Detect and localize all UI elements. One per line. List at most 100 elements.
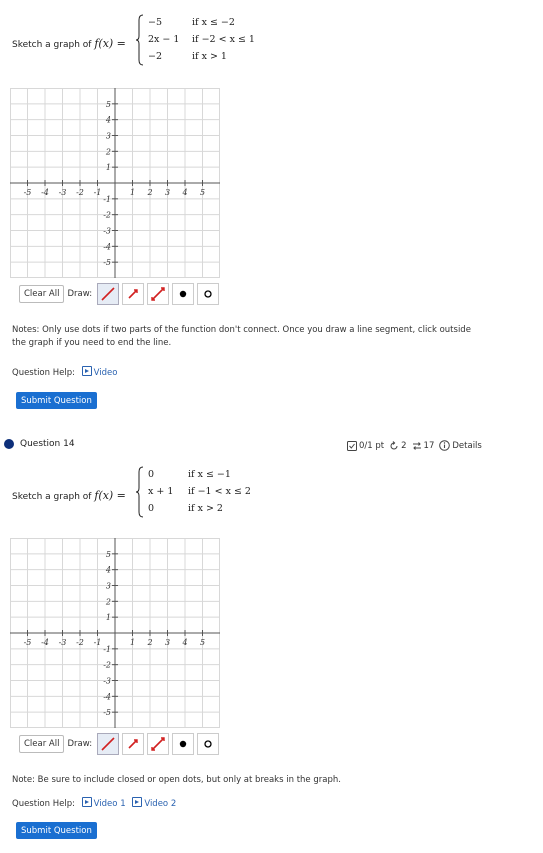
q14-toolbar: Clear All Draw: — [19, 733, 220, 755]
x-tick-label: -2 — [76, 638, 84, 647]
x-tick-label: -1 — [94, 188, 102, 197]
q13-note: Notes: Only use dots if two parts of the… — [12, 325, 471, 348]
q13-case-3-value: −2 — [148, 51, 163, 62]
q14-tool-closed-dot[interactable] — [172, 733, 195, 755]
x-tick-label: 1 — [130, 188, 135, 197]
q14-case-2-cond: if −1 < x ≤ 2 — [188, 486, 251, 497]
y-tick-label: -1 — [103, 645, 111, 654]
x-tick-label: 5 — [200, 188, 205, 197]
q13-tool-open-dot[interactable] — [197, 283, 220, 305]
q13-question-help: Question Help: Video — [12, 366, 118, 378]
q13-prompt: Sketch a graph of f(x) = — [12, 37, 126, 50]
q14-piecewise: 0 if x ≤ −1 x + 1 if −1 < x ≤ 2 0 if x >… — [136, 466, 286, 518]
q13-case-2-value: 2x − 1 — [148, 34, 180, 45]
q14-tool-ray[interactable] — [122, 733, 145, 755]
y-tick-label: 2 — [105, 597, 111, 606]
q13-video-link[interactable]: Video — [81, 366, 118, 378]
q14-case-3-value: 0 — [148, 503, 155, 514]
q14-video-1-link[interactable]: Video 1 — [81, 797, 126, 809]
q13-tool-ray[interactable] — [122, 283, 145, 305]
q14-video-2-label: Video 2 — [144, 799, 177, 809]
y-tick-label: 1 — [106, 613, 111, 622]
q13-case-1-cond: if x ≤ −2 — [192, 17, 235, 28]
video-icon — [81, 366, 92, 376]
x-tick-label: 3 — [165, 188, 170, 197]
y-tick-label: 2 — [105, 147, 111, 156]
q13-graph-canvas[interactable]: -5 -4 -3 -2 -1 1 2 3 4 5 5 4 3 2 1 -1 -2 -3 -4 -5 — [10, 88, 220, 278]
q14-graph-canvas[interactable]: -5 -4 -3 -2 -1 1 2 3 4 5 5 4 3 2 1 -1 -2 -3 -4 -5 — [10, 538, 220, 728]
q13-graph[interactable]: -5 -4 -3 -2 -1 1 2 3 4 5 5 4 3 2 1 -1 -2 -3 -4 -5 — [10, 88, 220, 278]
q14-submit-button[interactable]: Submit Question — [16, 822, 97, 839]
q14-case-2-value: x + 1 — [148, 486, 174, 497]
x-tick-label: 5 — [200, 638, 205, 647]
retry-icon — [390, 440, 398, 449]
q13-help-label: Question Help: — [12, 368, 75, 378]
y-tick-label: -3 — [103, 227, 111, 236]
x-tick-label: -5 — [24, 638, 32, 647]
q14-tool-line-segment[interactable] — [97, 733, 120, 755]
q13-case-3-cond: if x > 1 — [192, 51, 227, 62]
q13-brace — [136, 14, 144, 66]
q14-prompt: Sketch a graph of f(x) = — [12, 489, 126, 502]
y-tick-label: -2 — [103, 211, 111, 220]
line-segment-icon — [101, 737, 115, 751]
y-tick-label: 3 — [106, 132, 111, 141]
q14-help-label: Question Help: — [12, 799, 75, 809]
q14-clear-all-button[interactable]: Clear All — [19, 735, 65, 753]
y-tick-label: -2 — [103, 661, 111, 670]
q13-piecewise: −5 if x ≤ −2 2x − 1 if −2 < x ≤ 1 −2 if … — [136, 14, 286, 66]
q14-details-link[interactable]: Details — [452, 441, 481, 451]
q14-tool-open-dot[interactable] — [197, 733, 220, 755]
open-dot-icon — [204, 740, 212, 748]
q14-question-help: Question Help: Video 1 Video 2 — [12, 797, 176, 809]
q13-clear-all-button[interactable]: Clear All — [19, 285, 65, 303]
y-tick-label: 4 — [105, 116, 111, 125]
closed-dot-icon — [179, 290, 187, 298]
y-tick-label: -4 — [103, 242, 111, 251]
q14-attempts: 17 — [423, 440, 435, 451]
ray-icon — [128, 289, 138, 299]
q14-header: Question 14 — [4, 439, 75, 449]
y-tick-label: -5 — [103, 258, 111, 267]
y-tick-label: 5 — [106, 550, 111, 559]
x-tick-label: -3 — [59, 638, 67, 647]
x-tick-label: -1 — [94, 638, 102, 647]
x-tick-label: 4 — [181, 188, 187, 197]
y-tick-label: -5 — [103, 708, 111, 717]
x-tick-label: -5 — [24, 188, 32, 197]
q13-tool-closed-dot[interactable] — [172, 283, 195, 305]
score-icon — [347, 440, 357, 451]
q14-prompt-text: Sketch a graph of — [12, 492, 92, 502]
q14-tool-line[interactable] — [147, 733, 170, 755]
q14-brace — [136, 466, 144, 518]
x-tick-label: -4 — [41, 638, 49, 647]
q14-case-1-cond: if x ≤ −1 — [188, 469, 231, 480]
q13-toolbar: Clear All Draw: — [19, 283, 220, 305]
ray-icon — [128, 739, 138, 749]
y-tick-label: 4 — [105, 566, 111, 575]
video-icon — [132, 797, 143, 807]
x-tick-label: 3 — [165, 638, 170, 647]
q13-draw-label: Draw: — [67, 289, 93, 299]
q14-video-2-link[interactable]: Video 2 — [132, 797, 177, 809]
y-tick-label: -4 — [103, 692, 111, 701]
q13-tool-line[interactable] — [147, 283, 170, 305]
q13-case-2-cond: if −2 < x ≤ 1 — [192, 34, 255, 45]
q14-meta: 0/1 pt 2 17 Details — [345, 440, 482, 451]
question-status-dot-icon — [4, 439, 14, 449]
line-icon — [151, 737, 165, 751]
q13-function-lhs: f(x) = — [94, 37, 126, 50]
y-tick-label: -1 — [103, 195, 111, 204]
q13-case-1-value: −5 — [148, 17, 163, 28]
q13-tool-line-segment[interactable] — [97, 283, 120, 305]
q14-title: Question 14 — [20, 439, 75, 449]
q14-retries: 2 — [401, 440, 407, 451]
q13-submit-button[interactable]: Submit Question — [16, 392, 97, 409]
line-segment-icon — [101, 287, 115, 301]
x-tick-label: 1 — [130, 638, 135, 647]
q14-graph[interactable]: -5 -4 -3 -2 -1 1 2 3 4 5 5 4 3 2 1 -1 -2 -3 -4 -5 — [10, 538, 220, 728]
q13-video-label: Video — [93, 368, 118, 378]
line-icon — [151, 287, 165, 301]
x-tick-label: -2 — [76, 188, 84, 197]
y-tick-label: 1 — [106, 163, 111, 172]
